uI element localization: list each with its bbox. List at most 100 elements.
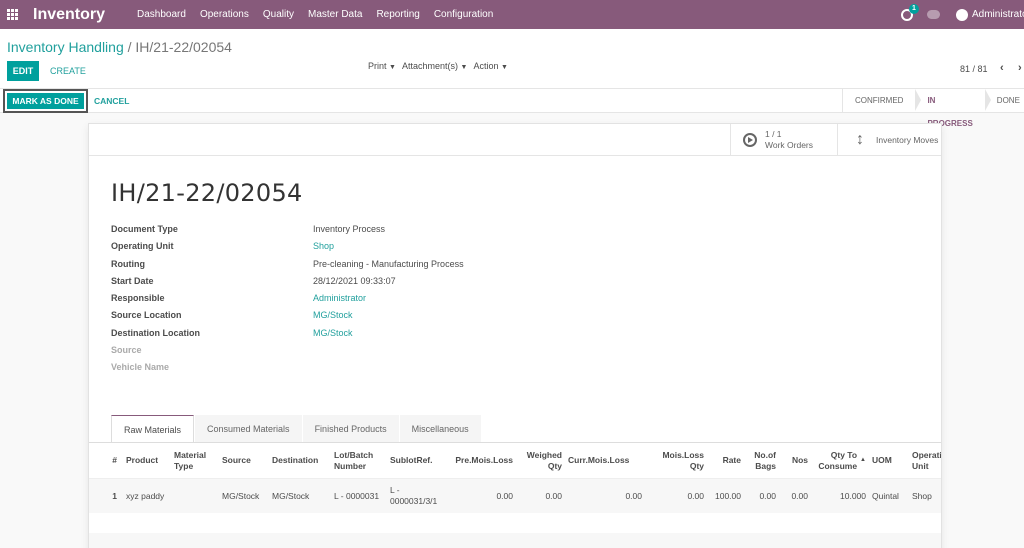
- attachments-dropdown[interactable]: Attachment(s) ▼: [402, 61, 467, 75]
- col-index[interactable]: #: [89, 443, 123, 478]
- main-menu: Dashboard Operations Quality Master Data…: [137, 9, 507, 20]
- mark-as-done-highlight: MARK AS DONE: [3, 89, 88, 113]
- field-value: 28/12/2021 09:33:07: [313, 275, 396, 286]
- menu-dashboard[interactable]: Dashboard: [137, 9, 186, 20]
- field-vehicle-name: Vehicle Name: [111, 362, 464, 379]
- action-dropdown[interactable]: Action ▼: [473, 61, 507, 75]
- menu-operations[interactable]: Operations: [200, 9, 249, 20]
- field-responsible: Responsible Administrator: [111, 293, 464, 310]
- menu-master-data[interactable]: Master Data: [308, 9, 362, 20]
- field-routing: Routing Pre-cleaning - Manufacturing Proc…: [111, 259, 464, 276]
- inventory-moves-button[interactable]: ↕ Inventory Moves: [837, 124, 941, 156]
- field-label: Start Date: [111, 275, 154, 286]
- apps-menu-icon[interactable]: [7, 8, 21, 21]
- cell-material-type: [171, 479, 219, 513]
- cell-index: 1: [112, 490, 117, 501]
- col-sublot-ref[interactable]: SublotRef.: [387, 443, 451, 478]
- cancel-button[interactable]: CANCEL: [94, 96, 129, 106]
- arrows-vertical-icon: ↕: [856, 131, 864, 148]
- tab-miscellaneous[interactable]: Miscellaneous: [399, 415, 481, 442]
- stage-confirmed[interactable]: CONFIRMED: [843, 89, 922, 112]
- cell-mois-loss-qty: 0.00: [687, 490, 704, 501]
- field-label: Source: [111, 345, 142, 356]
- cell-pre-mois-loss: 0.00: [496, 490, 513, 501]
- play-circle-icon: [743, 133, 757, 147]
- pager-previous-icon[interactable]: ‹: [1000, 62, 1004, 74]
- pager-next-icon[interactable]: ›: [1018, 62, 1022, 74]
- status-bar: MARK AS DONE CANCEL CONFIRMED IN PROGRES…: [0, 88, 1024, 128]
- control-panel: Inventory Handling / IH/21-22/02054 EDIT…: [0, 29, 1024, 88]
- create-button[interactable]: CREATE: [50, 61, 86, 81]
- smart-button-box: 1 / 1 Work Orders ↕ Inventory Moves: [89, 124, 941, 156]
- field-operating-unit: Operating Unit Shop: [111, 241, 464, 258]
- col-pre-mois-loss[interactable]: Pre.Mois.Loss: [451, 443, 516, 478]
- stage-in-progress[interactable]: IN PROGRESS: [915, 89, 991, 128]
- cell-destination: MG/Stock: [272, 490, 310, 501]
- mark-as-done-button[interactable]: MARK AS DONE: [7, 93, 84, 109]
- cell-operating-unit: Shop: [912, 490, 932, 501]
- col-weighed-qty[interactable]: Weighed Qty: [516, 443, 565, 478]
- field-value-link[interactable]: MG/Stock: [313, 310, 353, 327]
- col-nos[interactable]: Nos: [779, 443, 811, 478]
- col-source[interactable]: Source: [219, 443, 269, 478]
- col-operating-unit[interactable]: Operating Unit: [909, 443, 941, 478]
- menu-quality[interactable]: Quality: [263, 9, 294, 20]
- caret-down-icon: ▼: [389, 64, 396, 71]
- cell-curr-mois-loss: 0.00: [625, 490, 642, 501]
- work-orders-button[interactable]: 1 / 1 Work Orders: [730, 124, 837, 156]
- col-no-of-bags[interactable]: No.of Bags: [744, 443, 779, 478]
- field-source-location: Source Location MG/Stock: [111, 310, 464, 327]
- col-rate[interactable]: Rate: [707, 443, 744, 478]
- tab-finished-products[interactable]: Finished Products: [302, 415, 399, 442]
- field-value: Pre-cleaning - Manufacturing Process: [313, 258, 464, 269]
- top-navbar: Inventory Dashboard Operations Quality M…: [0, 0, 1024, 29]
- field-label: Source Location: [111, 310, 182, 321]
- stage-done[interactable]: DONE: [985, 89, 1024, 112]
- cell-weighed-qty: 0.00: [545, 490, 562, 501]
- table-row[interactable]: 1 xyz paddy MG/Stock MG/Stock L - 000003…: [89, 479, 941, 513]
- menu-reporting[interactable]: Reporting: [376, 9, 419, 20]
- menu-configuration[interactable]: Configuration: [434, 9, 493, 20]
- activity-count-badge: 1: [909, 3, 919, 14]
- notebook-tabs: Raw Materials Consumed Materials Finishe…: [111, 415, 482, 442]
- field-label: Document Type: [111, 224, 178, 234]
- pager-value[interactable]: 81 / 81: [960, 64, 988, 74]
- cell-qty-to-consume: 10.000: [840, 490, 866, 501]
- breadcrumb-parent[interactable]: Inventory Handling: [7, 39, 124, 55]
- breadcrumb-current: IH/21-22/02054: [135, 39, 232, 55]
- tab-consumed-materials[interactable]: Consumed Materials: [195, 415, 302, 442]
- table-empty-row: [89, 513, 941, 533]
- chat-bubble-icon[interactable]: [927, 10, 940, 19]
- tab-raw-materials[interactable]: Raw Materials: [111, 415, 195, 442]
- table-empty-row: [89, 533, 941, 548]
- field-label: Routing: [111, 258, 145, 269]
- field-value-link[interactable]: Administrator: [313, 293, 366, 310]
- field-start-date: Start Date 28/12/2021 09:33:07: [111, 276, 464, 293]
- stage-pipeline: CONFIRMED IN PROGRESS DONE: [842, 89, 1024, 128]
- print-dropdown[interactable]: Print ▼: [368, 61, 396, 75]
- edit-button[interactable]: EDIT: [7, 61, 39, 81]
- user-menu[interactable]: Administrator: [972, 9, 1024, 20]
- stage-label: DONE: [996, 96, 1020, 105]
- col-uom[interactable]: UOM: [869, 443, 909, 478]
- col-curr-mois-loss[interactable]: Curr.Mois.Loss: [565, 443, 645, 478]
- breadcrumb-separator: /: [127, 39, 132, 55]
- table-header: # Product Material Type Source Destinati…: [89, 443, 941, 479]
- col-lot-batch[interactable]: Lot/Batch Number: [331, 443, 387, 478]
- field-value-link[interactable]: Shop: [313, 241, 334, 258]
- cell-uom: Quintal: [872, 490, 899, 501]
- activity-clock-icon[interactable]: 1: [901, 3, 919, 21]
- cell-lot-batch: L - 0000031: [334, 490, 380, 501]
- col-qty-to-consume[interactable]: Qty To Consume ▲: [811, 443, 869, 478]
- field-value: Inventory Process: [313, 224, 386, 234]
- col-qty-to-consume-label: Qty To Consume: [818, 449, 858, 471]
- col-material-type[interactable]: Material Type: [171, 443, 219, 478]
- field-value-link[interactable]: MG/Stock: [313, 328, 353, 345]
- col-mois-loss-qty[interactable]: Mois.Loss Qty: [645, 443, 707, 478]
- col-destination[interactable]: Destination: [269, 443, 331, 478]
- raw-materials-table: # Product Material Type Source Destinati…: [89, 443, 941, 548]
- field-label: Responsible: [111, 293, 165, 304]
- field-label: Destination Location: [111, 327, 201, 338]
- user-avatar[interactable]: [956, 8, 968, 21]
- col-product[interactable]: Product: [123, 443, 171, 478]
